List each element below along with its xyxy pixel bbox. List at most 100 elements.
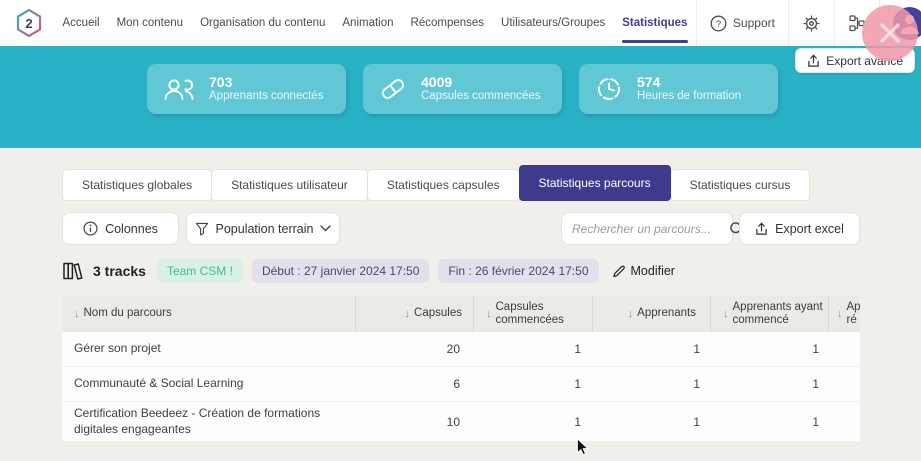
- cell-capsules-commencees: 1: [473, 342, 592, 356]
- main-nav: Accueil Mon contenu Organisation du cont…: [54, 0, 696, 46]
- table-header-row: ↓ Nom du parcours ↓ Capsules ↓ Capsules …: [62, 296, 860, 332]
- column-label: Capsules: [414, 307, 462, 320]
- table-row[interactable]: Gérer son projet 20 1 1 1: [62, 332, 860, 367]
- sort-desc-icon: ↓: [405, 308, 411, 321]
- column-header-clipped[interactable]: ↓ Ap ré: [828, 296, 860, 332]
- end-date-badge: Fin : 26 février 2024 17:50: [438, 259, 598, 283]
- column-label: Ap ré: [847, 301, 861, 327]
- clock-icon: [594, 74, 624, 104]
- cell-apprenants-ayant-commence: 1: [710, 342, 828, 356]
- settings-button[interactable]: [788, 0, 834, 46]
- top-navigation-bar: 2 Accueil Mon contenu Organisation du co…: [0, 0, 921, 46]
- nav-item-statistiques[interactable]: Statistiques: [614, 0, 696, 46]
- search-input[interactable]: [572, 222, 729, 236]
- mouse-cursor: [576, 438, 589, 456]
- stat-card-heures-formation: 574 Heures de formation: [579, 64, 778, 114]
- tab-statistiques-utilisateur[interactable]: Statistiques utilisateur: [211, 169, 368, 201]
- cell-capsules-commencees: 1: [473, 377, 592, 391]
- upload-icon: [755, 222, 768, 236]
- cell-apprenants: 1: [592, 377, 710, 391]
- cell-parcours-name: Certification Beedeez - Création de form…: [62, 402, 355, 441]
- parcours-statistics-table: ↓ Nom du parcours ↓ Capsules ↓ Capsules …: [62, 296, 860, 442]
- column-label: Apprenants: [637, 307, 696, 320]
- tracks-count: 3 tracks: [93, 263, 146, 279]
- cell-capsules-commencees: 1: [473, 415, 592, 429]
- column-header-nom-du-parcours[interactable]: ↓ Nom du parcours: [62, 296, 355, 332]
- stat-label: Heures de formation: [637, 90, 741, 103]
- column-label: Capsules commencées: [496, 301, 564, 327]
- sort-desc-icon: ↓: [837, 308, 843, 321]
- export-excel-label: Export excel: [775, 222, 844, 236]
- filter-icon: [195, 222, 209, 236]
- stat-card-capsules-commencees: 4009 Capsules commencées: [363, 64, 562, 114]
- support-label: Support: [733, 16, 775, 30]
- team-badge: Team CSM !: [157, 259, 243, 283]
- population-filter-button[interactable]: Population terrain: [186, 212, 340, 245]
- tab-statistiques-parcours[interactable]: Statistiques parcours: [519, 165, 671, 201]
- cell-capsules: 10: [355, 415, 473, 429]
- search-parcours-box: [561, 212, 733, 245]
- columns-label: Colonnes: [105, 222, 158, 236]
- gear-icon: [802, 14, 821, 33]
- edit-tracks-button[interactable]: Modifier: [612, 264, 675, 278]
- stat-value: 4009: [421, 74, 541, 90]
- tab-statistiques-cursus[interactable]: Statistiques cursus: [670, 169, 811, 201]
- export-excel-button[interactable]: Export excel: [739, 212, 860, 245]
- tab-statistiques-globales[interactable]: Statistiques globales: [62, 169, 212, 201]
- column-header-apprenants[interactable]: ↓ Apprenants: [592, 296, 710, 332]
- chevron-down-icon: [320, 225, 331, 232]
- cell-capsules: 20: [355, 342, 473, 356]
- nav-item-accueil[interactable]: Accueil: [54, 0, 108, 46]
- beedeez-logo[interactable]: 2: [0, 0, 54, 46]
- cell-apprenants-ayant-commence: 1: [710, 377, 828, 391]
- stat-value: 703: [209, 74, 323, 90]
- cell-apprenants: 1: [592, 342, 710, 356]
- cell-apprenants-ayant-commence: 1: [710, 415, 828, 429]
- stat-text: 574 Heures de formation: [637, 74, 741, 103]
- table-row[interactable]: Certification Beedeez - Création de form…: [62, 402, 860, 442]
- close-icon: [877, 20, 903, 46]
- recording-close-button[interactable]: [862, 5, 918, 61]
- sort-desc-icon: ↓: [628, 308, 634, 321]
- tab-statistiques-capsules[interactable]: Statistiques capsules: [367, 169, 520, 201]
- support-button[interactable]: ? Support: [696, 0, 788, 46]
- capsule-icon: [378, 75, 408, 103]
- cell-capsules: 6: [355, 377, 473, 391]
- column-label: Apprenants ayant commencé: [733, 301, 823, 327]
- stat-value: 574: [637, 74, 741, 90]
- stat-label: Capsules commencées: [421, 90, 541, 103]
- nav-item-utilisateurs-groupes[interactable]: Utilisateurs/Groupes: [493, 0, 614, 46]
- stat-text: 4009 Capsules commencées: [421, 74, 541, 103]
- info-icon: [83, 221, 98, 236]
- upload-icon: [807, 54, 820, 68]
- column-header-capsules[interactable]: ↓ Capsules: [355, 296, 473, 332]
- tracks-summary-row: 3 tracks Team CSM ! Début : 27 janvier 2…: [62, 258, 675, 284]
- people-icon: [162, 76, 196, 102]
- stats-cards: 703 Apprenants connectés 4009 Capsules c…: [147, 64, 778, 114]
- question-circle-icon: ?: [710, 15, 727, 32]
- svg-text:?: ?: [716, 19, 721, 30]
- table-row[interactable]: Communauté & Social Learning 6 1 1 1: [62, 367, 860, 402]
- cell-apprenants: 1: [592, 415, 710, 429]
- stats-banner: 703 Apprenants connectés 4009 Capsules c…: [0, 46, 921, 148]
- nav-item-recompenses[interactable]: Récompenses: [402, 0, 493, 46]
- svg-text:2: 2: [25, 16, 32, 31]
- stat-text: 703 Apprenants connectés: [209, 74, 323, 103]
- nav-item-organisation-du-contenu[interactable]: Organisation du contenu: [192, 0, 334, 46]
- column-label: Nom du parcours: [84, 307, 172, 320]
- books-icon: [62, 260, 84, 282]
- nav-item-animation[interactable]: Animation: [334, 0, 402, 46]
- stat-label: Apprenants connectés: [209, 90, 323, 103]
- statistics-tabs: Statistiques globales Statistiques utili…: [62, 165, 810, 201]
- column-header-capsules-commencees[interactable]: ↓ Capsules commencées: [473, 296, 592, 332]
- column-header-apprenants-ayant-commence[interactable]: ↓ Apprenants ayant commencé: [710, 296, 828, 332]
- pencil-icon: [612, 264, 626, 278]
- sort-desc-icon: ↓: [723, 308, 729, 321]
- cell-parcours-name: Gérer son projet: [62, 337, 355, 361]
- cell-parcours-name: Communauté & Social Learning: [62, 372, 355, 396]
- edit-label: Modifier: [631, 264, 675, 278]
- sort-desc-icon: ↓: [74, 308, 80, 321]
- columns-button[interactable]: Colonnes: [62, 212, 179, 245]
- start-date-badge: Début : 27 janvier 2024 17:50: [252, 259, 429, 283]
- nav-item-mon-contenu[interactable]: Mon contenu: [108, 0, 192, 46]
